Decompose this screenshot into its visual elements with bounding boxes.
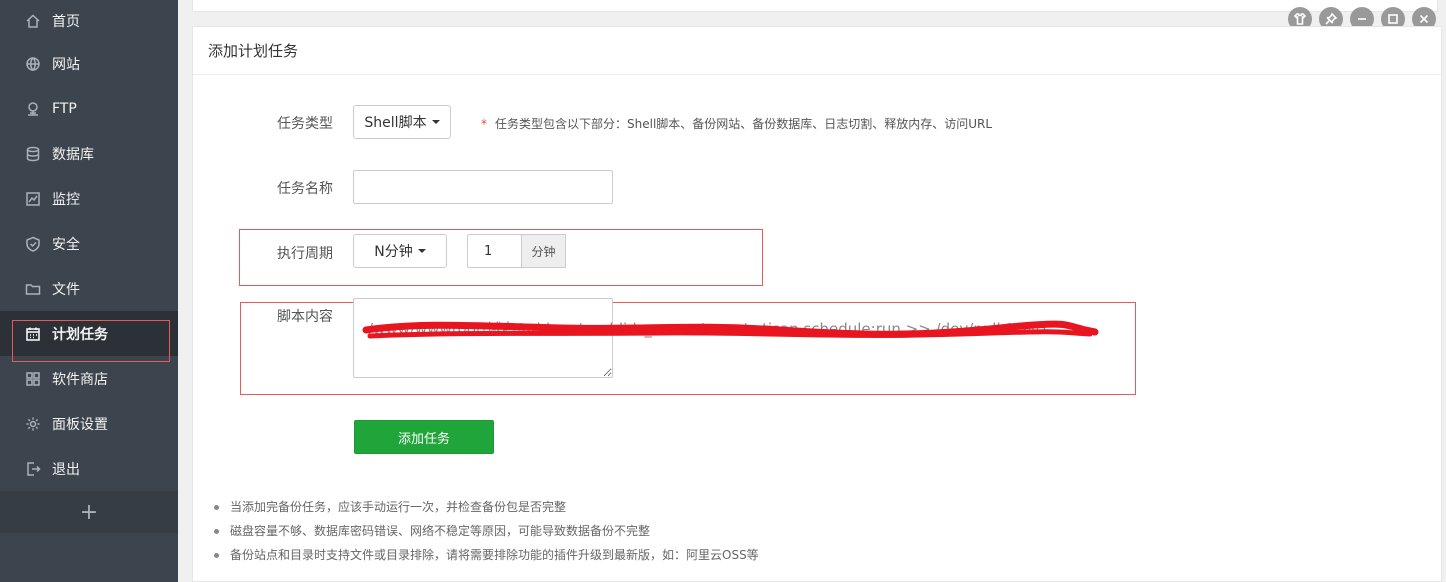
list-item: 当添加完备份任务，应该手动运行一次，并检查备份包是否完整 <box>210 497 759 521</box>
sidebar-item-label: 首页 <box>52 13 80 30</box>
home-icon <box>24 12 42 30</box>
sidebar-item-label: 面板设置 <box>52 416 108 433</box>
tips-list: 当添加完备份任务，应该手动运行一次，并检查备份包是否完整 磁盘容量不够、数据库密… <box>210 497 759 569</box>
sidebar-item-store[interactable]: 软件商店 <box>0 356 178 401</box>
sidebar-item-label: 计划任务 <box>52 326 108 343</box>
task-type-value: Shell脚本 <box>364 115 427 131</box>
cycle-dropdown[interactable]: N分钟 <box>353 234 447 268</box>
required-star: * <box>481 117 487 131</box>
page-title: 添加计划任务 <box>193 27 1441 75</box>
add-button[interactable]: + <box>0 491 178 533</box>
sidebar: 首页 网站 FTP 数据库 监控 安全 文件 计划任务 软件商店 面板设置 退出… <box>0 0 178 582</box>
sidebar-item-label: 软件商店 <box>52 371 108 388</box>
sidebar-item-label: 网站 <box>52 56 80 73</box>
sidebar-item-label: 安全 <box>52 236 80 253</box>
caret-down-icon <box>417 249 426 253</box>
minutes-unit-addon: 分钟 <box>521 234 566 268</box>
sidebar-item-security[interactable]: 安全 <box>0 221 178 266</box>
list-item: 磁盘容量不够、数据库密码错误、网络不稳定等原因，可能导致数据备份不完整 <box>210 521 759 545</box>
task-type-dropdown[interactable]: Shell脚本 <box>353 105 451 139</box>
sidebar-item-monitor[interactable]: 监控 <box>0 176 178 221</box>
task-type-label: 任务类型 <box>277 116 333 132</box>
script-label: 脚本内容 <box>277 309 333 325</box>
minutes-input[interactable] <box>467 234 522 268</box>
sidebar-item-logout[interactable]: 退出 <box>0 446 178 491</box>
task-type-hint-text: 任务类型包含以下部分：Shell脚本、备份网站、备份数据库、日志切割、释放内存、… <box>495 117 993 131</box>
cycle-value: N分钟 <box>374 244 413 260</box>
sidebar-item-files[interactable]: 文件 <box>0 266 178 311</box>
sidebar-item-website[interactable]: 网站 <box>0 41 178 86</box>
sidebar-item-database[interactable]: 数据库 <box>0 131 178 176</box>
sidebar-item-cron[interactable]: 计划任务 <box>0 311 178 356</box>
apps-icon <box>24 370 42 388</box>
monitor-icon <box>24 190 42 208</box>
task-name-input[interactable] <box>353 170 613 204</box>
folder-icon <box>24 280 42 298</box>
gear-icon <box>24 415 42 433</box>
cycle-label: 执行周期 <box>277 246 333 262</box>
previous-panel-edge <box>192 0 1438 12</box>
sidebar-item-label: FTP <box>52 100 77 117</box>
ftp-icon <box>24 100 42 118</box>
database-icon <box>24 145 42 163</box>
sidebar-item-label: 监控 <box>52 191 80 208</box>
list-item: 备份站点和目录时支持文件或目录排除，请将需要排除功能的插件升级到最新版，如：阿里… <box>210 545 759 569</box>
caret-down-icon <box>431 120 440 124</box>
calendar-icon <box>24 325 42 343</box>
task-type-hint: * 任务类型包含以下部分：Shell脚本、备份网站、备份数据库、日志切割、释放内存… <box>481 115 992 132</box>
add-task-button[interactable]: 添加任务 <box>354 420 494 454</box>
sidebar-item-label: 数据库 <box>52 146 94 163</box>
task-name-label: 任务名称 <box>277 181 333 197</box>
globe-icon <box>24 55 42 73</box>
sidebar-item-ftp[interactable]: FTP <box>0 86 178 131</box>
sidebar-item-home[interactable]: 首页 <box>0 0 178 41</box>
sidebar-item-label: 文件 <box>52 281 80 298</box>
logout-icon <box>24 460 42 478</box>
sidebar-item-label: 退出 <box>52 461 80 478</box>
shield-icon <box>24 235 42 253</box>
sidebar-item-settings[interactable]: 面板设置 <box>0 401 178 446</box>
redaction-scribble <box>362 320 1099 339</box>
sidebar-menu: 首页 网站 FTP 数据库 监控 安全 文件 计划任务 软件商店 面板设置 退出 <box>0 0 178 491</box>
